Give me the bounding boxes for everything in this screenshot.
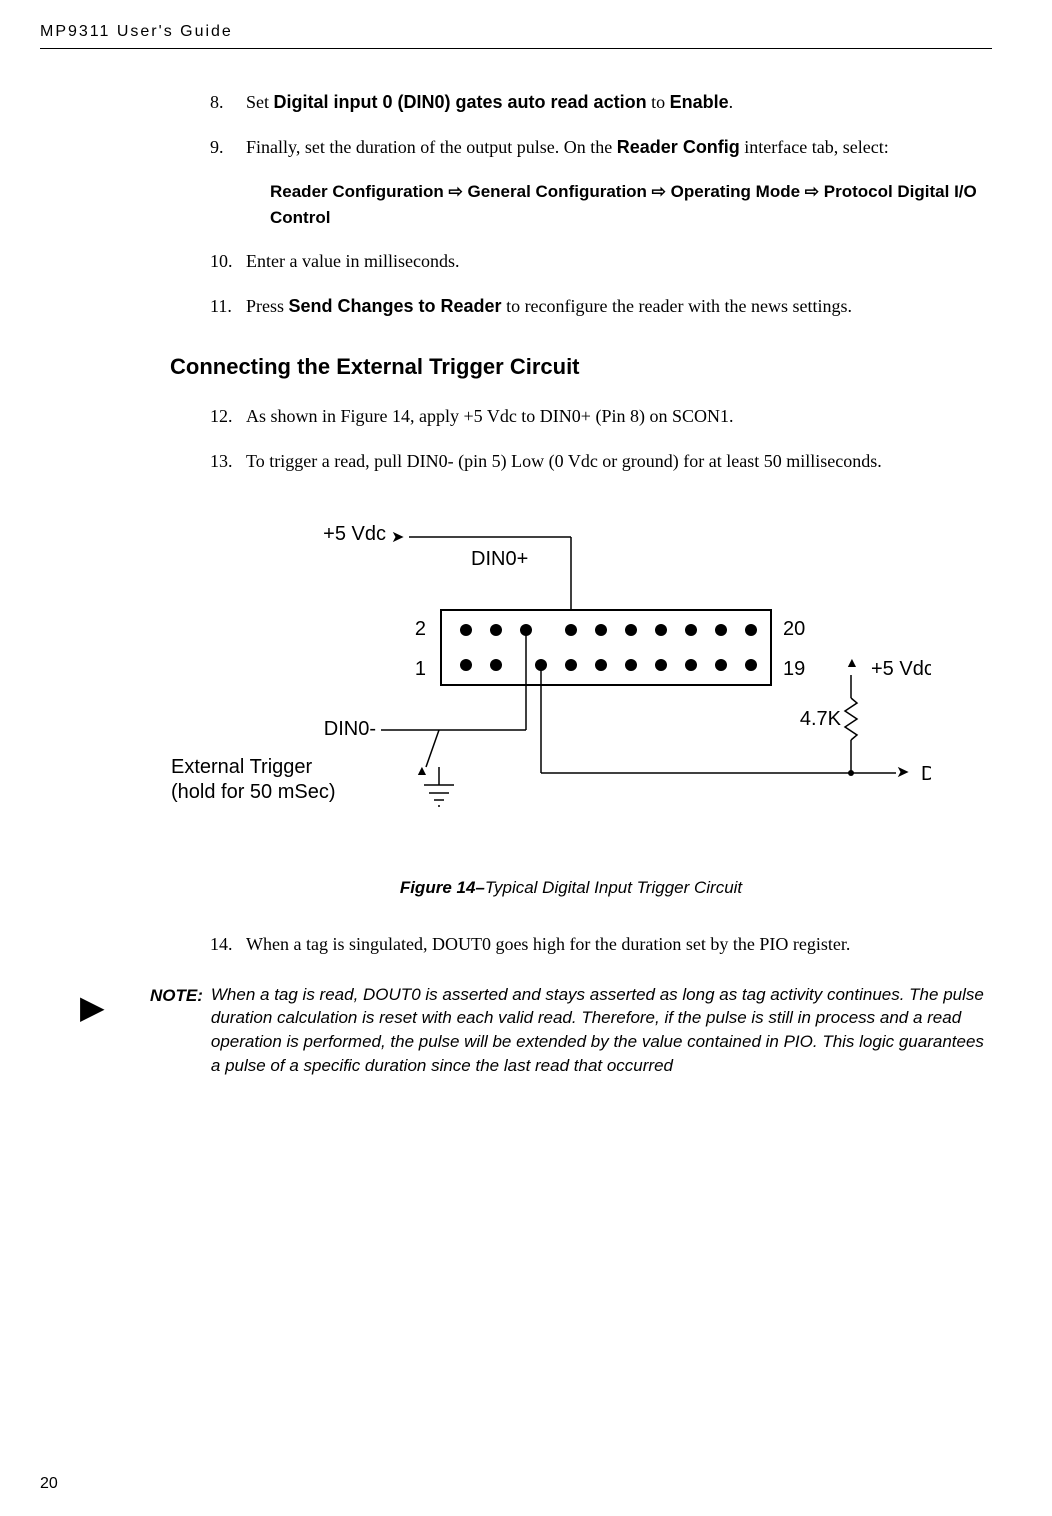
label-din0-plus: DIN0+ [471,548,528,570]
step-10: 10. Enter a value in milliseconds. [210,248,992,275]
step-text: Finally, set the duration of the output … [246,134,992,161]
label-pin1: 1 [415,658,426,680]
label-hold-time: (hold for 50 mSec) [171,781,336,803]
label-din0-minus: DIN0- [324,718,376,740]
note-block: ▶ NOTE: When a tag is read, DOUT0 is ass… [80,983,992,1078]
step-number: 14. [210,931,246,958]
step-number: 10. [210,248,246,275]
note-label: NOTE: [150,983,203,1009]
step-number: 9. [210,134,246,161]
text-segment: General Configuration [463,182,652,201]
text-segment: Reader Configuration [270,182,449,201]
arrow-icon: ➤ [896,764,909,781]
arrow-icon: ▲ [845,654,859,670]
figure-caption: Figure 14–Typical Digital Input Trigger … [150,875,992,901]
text-segment: to [647,92,670,112]
arrow-icon: ⇨ [449,182,463,201]
arrow-icon: ⇨ [652,182,666,201]
label-pin19: 19 [783,658,805,680]
step-text: Enter a value in milliseconds. [246,248,992,275]
text-segment: Set [246,92,274,112]
step-text: Press Send Changes to Reader to reconfig… [246,293,992,320]
step-11: 11. Press Send Changes to Reader to reco… [210,293,992,320]
text-bold: Send Changes to Reader [289,296,502,316]
text-bold: Digital input 0 (DIN0) gates auto read a… [274,92,647,112]
text-bold: Enable [670,92,729,112]
step-text: Set Digital input 0 (DIN0) gates auto re… [246,89,992,116]
label-dout0: DOUT0 [921,763,931,785]
caption-italic: Typical Digital Input Trigger Circuit [485,878,742,897]
content-area: 8. Set Digital input 0 (DIN0) gates auto… [210,89,992,1078]
label-5vdc-right: +5 Vdc [871,658,931,680]
text-segment: Operating Mode [666,182,805,201]
label-pin20: 20 [783,618,805,640]
page-header: MP9311 User's Guide [40,20,992,49]
figure-14: +5 Vdc ➤ DIN0+ [90,515,992,845]
step-number: 13. [210,448,246,475]
arrow-icon: ➤ [391,529,404,546]
caption-bold: Figure 14– [400,878,485,897]
label-resistor: 4.7K [800,708,842,730]
circuit-diagram: +5 Vdc ➤ DIN0+ [151,515,931,845]
arrow-icon: ⇨ [805,182,819,201]
text-bold: Reader Config [617,137,740,157]
step-9: 9. Finally, set the duration of the outp… [210,134,992,161]
arrow-icon: ▲ [415,762,429,778]
step-number: 8. [210,89,246,116]
label-external-trigger: External Trigger [171,756,313,778]
text-segment: . [729,92,734,112]
text-segment: Press [246,296,289,316]
page-number: 20 [40,1472,58,1496]
step-text: When a tag is singulated, DOUT0 goes hig… [246,931,992,958]
note-text: When a tag is read, DOUT0 is asserted an… [211,983,992,1078]
text-segment: to reconfigure the reader with the news … [502,296,852,316]
section-heading: Connecting the External Trigger Circuit [170,350,992,383]
step-13: 13. To trigger a read, pull DIN0- (pin 5… [210,448,992,475]
text-segment: interface tab, select: [740,137,889,157]
note-triangle-icon: ▶ [80,983,110,1031]
step-text: To trigger a read, pull DIN0- (pin 5) Lo… [246,448,992,475]
text-segment: Finally, set the duration of the output … [246,137,617,157]
step-9-indent: Reader Configuration ⇨ General Configura… [270,179,992,230]
label-5vdc-top: +5 Vdc [323,523,386,545]
step-12: 12. As shown in Figure 14, apply +5 Vdc … [210,403,992,430]
step-text: As shown in Figure 14, apply +5 Vdc to D… [246,403,992,430]
step-number: 12. [210,403,246,430]
label-pin2: 2 [415,618,426,640]
step-number: 11. [210,293,246,320]
step-8: 8. Set Digital input 0 (DIN0) gates auto… [210,89,992,116]
step-14: 14. When a tag is singulated, DOUT0 goes… [210,931,992,958]
